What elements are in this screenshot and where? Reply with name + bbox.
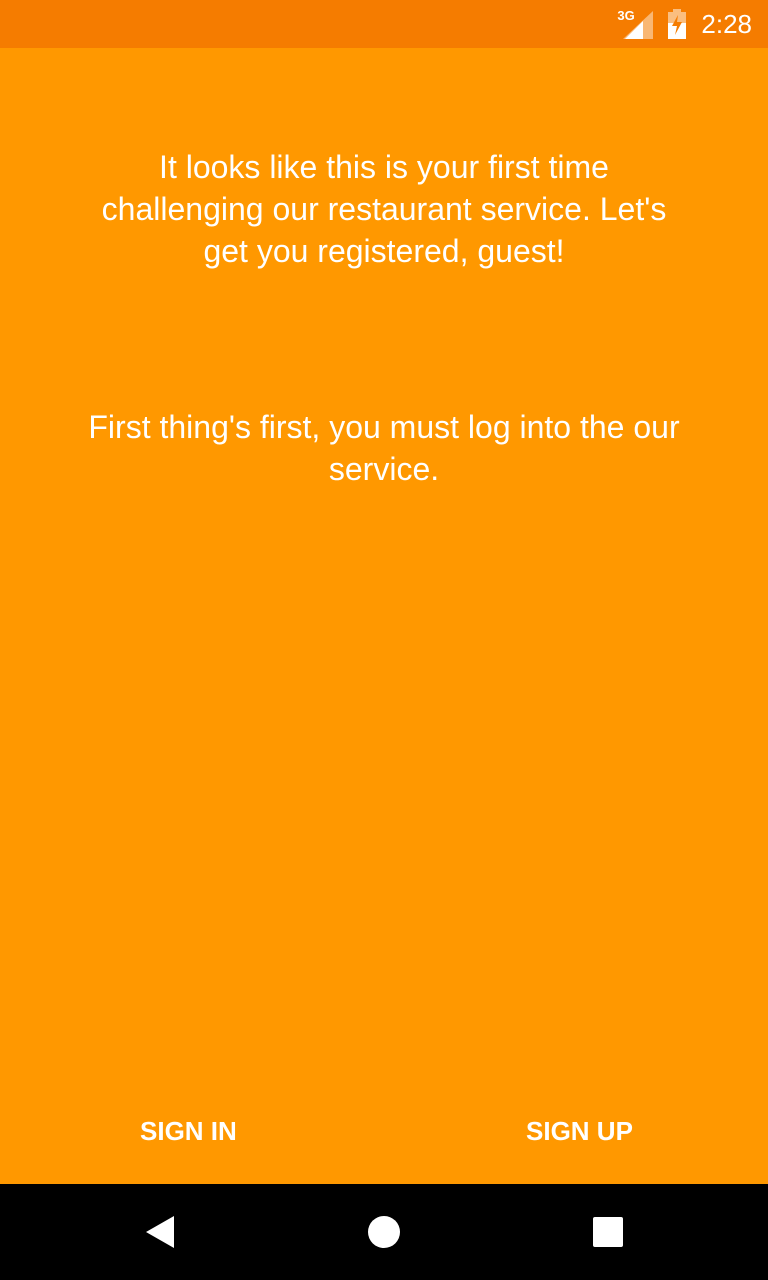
status-clock: 2:28 (701, 9, 752, 39)
sign-in-button[interactable]: SIGN IN (120, 1106, 257, 1157)
back-button[interactable] (136, 1208, 184, 1256)
recents-icon (593, 1217, 623, 1247)
status-bar: 3G 2:28 (0, 0, 768, 48)
recents-button[interactable] (584, 1208, 632, 1256)
login-prompt-message: First thing's first, you must log into t… (88, 409, 680, 487)
navigation-bar (0, 1184, 768, 1280)
home-button[interactable] (360, 1208, 408, 1256)
welcome-message: It looks like this is your first time ch… (101, 149, 667, 269)
back-icon (146, 1216, 174, 1248)
signal-icon (623, 11, 654, 39)
main-content: It looks like this is your first time ch… (0, 48, 768, 1184)
sign-up-button[interactable]: SIGN UP (506, 1106, 653, 1157)
signal-indicator: 3G (617, 9, 654, 39)
app-screen: 3G 2:28 It looks like this is your first… (0, 0, 768, 1280)
status-icons: 3G 2:28 (617, 0, 752, 48)
home-icon (368, 1216, 400, 1248)
battery-charging-icon (667, 9, 687, 39)
